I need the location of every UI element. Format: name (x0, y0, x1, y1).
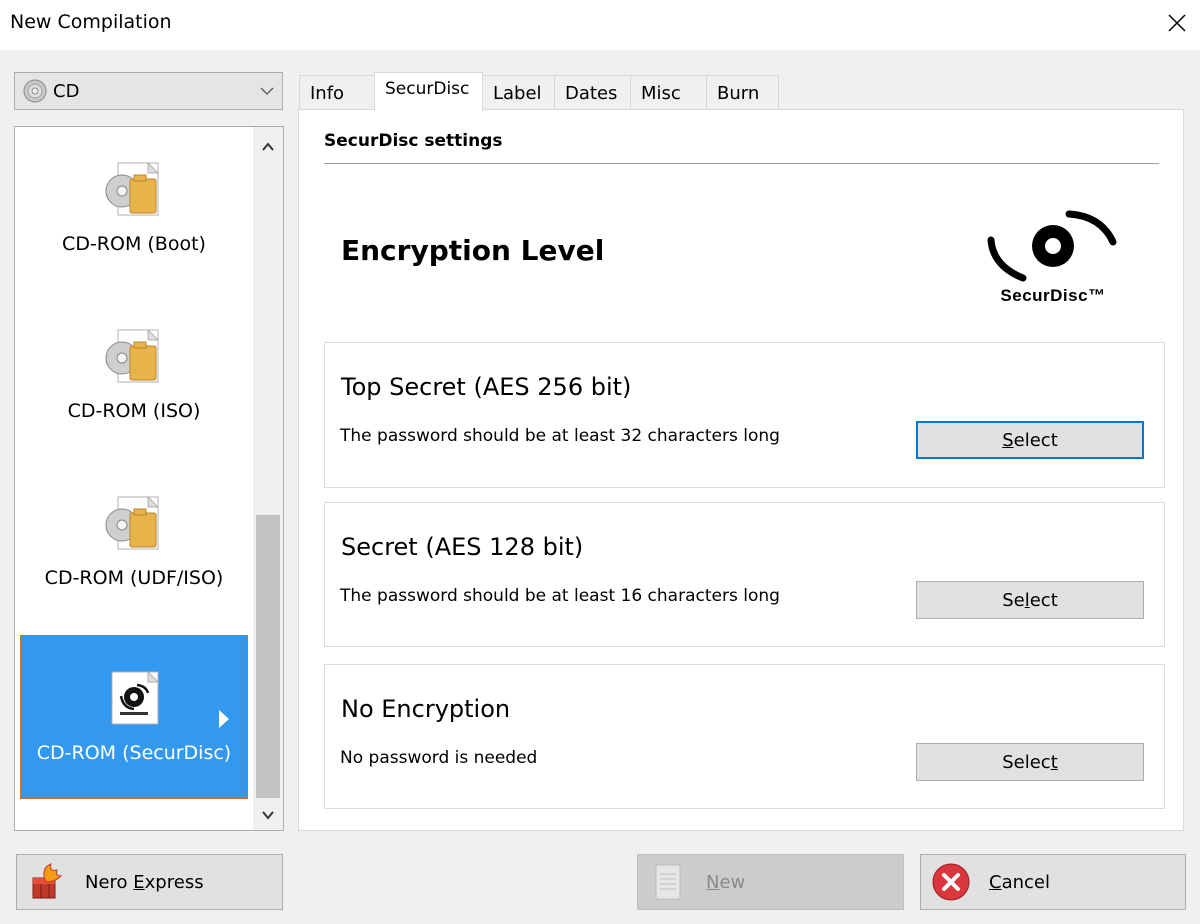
option-description: No password is needed (340, 748, 538, 768)
scroll-thumb[interactable] (256, 515, 280, 798)
section-title: SecurDisc settings (324, 131, 503, 151)
section-divider (324, 163, 1159, 164)
close-button[interactable] (1154, 0, 1200, 46)
option-title: Secret (AES 128 bit) (341, 533, 584, 561)
option-secret: Secret (AES 128 bit) The password should… (324, 502, 1165, 647)
securdisc-logo-text: SecurDisc™ (1000, 286, 1106, 305)
chevron-up-icon (262, 142, 274, 151)
encryption-level-heading: Encryption Level (341, 234, 605, 267)
disc-folder-icon (105, 161, 160, 216)
option-no-encryption: No Encryption No password is needed Sele… (324, 664, 1165, 809)
cancel-button[interactable]: Cancel (920, 854, 1186, 910)
list-item-label: CD-ROM (ISO) (67, 400, 201, 422)
title-bar: New Compilation (0, 0, 1200, 50)
nero-express-button[interactable]: Nero Express (16, 854, 283, 910)
list-item-cd-rom-udf-iso[interactable]: CD-ROM (UDF/ISO) (20, 461, 248, 626)
window-title: New Compilation (10, 11, 172, 33)
play-arrow-icon (219, 710, 229, 728)
scroll-up-button[interactable] (253, 132, 283, 162)
tab-label[interactable]: Label (482, 75, 555, 109)
disc-type-value: CD (53, 80, 80, 102)
list-item-label: CD-ROM (SecurDisc) (36, 742, 232, 764)
close-icon (1168, 14, 1186, 32)
cancel-label: Cancel (989, 871, 1050, 893)
select-top-secret-button[interactable]: Select (916, 421, 1144, 459)
disc-folder-icon (105, 495, 160, 550)
new-label: New (706, 871, 746, 893)
scroll-down-button[interactable] (253, 800, 283, 830)
cd-icon (23, 79, 47, 103)
option-title: No Encryption (341, 695, 511, 723)
chevron-down-icon (260, 87, 274, 95)
new-document-icon (655, 864, 681, 900)
tab-misc[interactable]: Misc (630, 75, 707, 109)
list-item-cd-rom-boot[interactable]: CD-ROM (Boot) (20, 127, 248, 292)
tab-securdisc[interactable]: SecurDisc (374, 72, 483, 111)
tab-burn[interactable]: Burn (706, 75, 779, 109)
securdisc-logo-icon (987, 210, 1117, 282)
compilation-list[interactable]: CD-ROM (Boot) CD-ROM (ISO) CD-ROM (UDF/I… (14, 126, 284, 831)
list-item-label: CD-ROM (Boot) (62, 233, 206, 255)
option-title: Top Secret (AES 256 bit) (341, 373, 632, 401)
list-item-cd-rom-securdisc[interactable]: CD-ROM (SecurDisc) (20, 635, 248, 799)
option-description: The password should be at least 16 chara… (340, 586, 780, 606)
list-item-label: CD-ROM (UDF/ISO) (44, 567, 224, 589)
tab-dates[interactable]: Dates (554, 75, 631, 109)
securdisc-file-icon (111, 670, 160, 725)
option-description: The password should be at least 32 chara… (340, 426, 780, 446)
new-button[interactable]: New (637, 854, 904, 910)
cancel-icon (932, 863, 970, 901)
nero-express-icon (32, 863, 63, 899)
disc-type-dropdown[interactable]: CD (14, 72, 283, 110)
select-secret-button[interactable]: Se l ect (916, 581, 1144, 619)
securdisc-logo: SecurDisc™ (983, 206, 1123, 310)
nero-express-label: Nero Express (85, 871, 204, 893)
tab-info[interactable]: Info (299, 75, 375, 109)
list-item-cd-rom-iso[interactable]: CD-ROM (ISO) (20, 294, 248, 459)
disc-folder-icon (105, 328, 160, 383)
list-scrollbar[interactable] (253, 127, 283, 830)
chevron-down-icon (262, 811, 274, 820)
option-top-secret: Top Secret (AES 256 bit) The password sh… (324, 342, 1165, 488)
securdisc-panel: SecurDisc settings Encryption Level Secu… (298, 109, 1184, 831)
select-no-encryption-button[interactable]: Selec t (916, 743, 1144, 781)
